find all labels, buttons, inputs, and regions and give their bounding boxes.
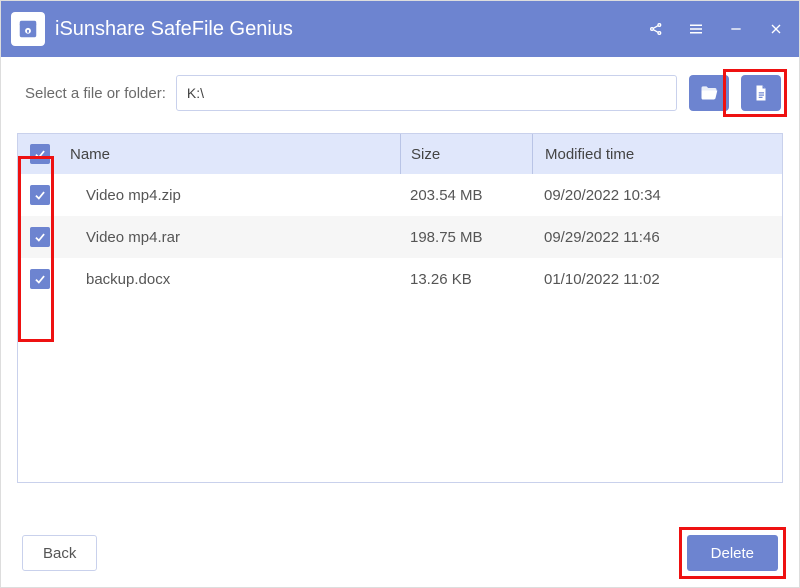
titlebar: iSunshare SafeFile Genius bbox=[1, 1, 799, 57]
table-header: Name Size Modified time bbox=[18, 134, 782, 174]
cell-size: 198.75 MB bbox=[400, 216, 532, 258]
back-button[interactable]: Back bbox=[22, 535, 97, 571]
picker-label: Select a file or folder: bbox=[25, 85, 166, 102]
browse-folder-button[interactable] bbox=[689, 75, 729, 111]
minimize-icon[interactable] bbox=[727, 20, 745, 38]
cell-modified-time: 09/20/2022 10:34 bbox=[532, 174, 782, 216]
highlight-delete-button: Delete bbox=[687, 535, 778, 571]
close-icon[interactable] bbox=[767, 20, 785, 38]
cell-size: 13.26 KB bbox=[400, 258, 532, 300]
delete-button[interactable]: Delete bbox=[687, 535, 778, 571]
cell-name: backup.docx bbox=[62, 271, 400, 288]
row-checkbox[interactable] bbox=[30, 269, 50, 289]
cell-modified-time: 01/10/2022 11:02 bbox=[532, 258, 782, 300]
table-row[interactable]: Video mp4.zip203.54 MB09/20/2022 10:34 bbox=[18, 174, 782, 216]
cell-name: Video mp4.zip bbox=[62, 187, 400, 204]
row-checkbox[interactable] bbox=[30, 227, 50, 247]
app-title: iSunshare SafeFile Genius bbox=[55, 18, 647, 41]
path-input[interactable] bbox=[176, 75, 677, 111]
browse-file-button[interactable] bbox=[741, 75, 781, 111]
highlight-file-button bbox=[729, 75, 781, 111]
table-row[interactable]: Video mp4.rar198.75 MB09/29/2022 11:46 bbox=[18, 216, 782, 258]
select-all-checkbox[interactable] bbox=[30, 144, 50, 164]
row-checkbox[interactable] bbox=[30, 185, 50, 205]
menu-icon[interactable] bbox=[687, 20, 705, 38]
column-modified-time[interactable]: Modified time bbox=[532, 134, 782, 174]
file-table: Name Size Modified time Video mp4.zip203… bbox=[17, 133, 783, 483]
table-row[interactable]: backup.docx13.26 KB01/10/2022 11:02 bbox=[18, 258, 782, 300]
path-picker: Select a file or folder: bbox=[1, 57, 799, 121]
cell-size: 203.54 MB bbox=[400, 174, 532, 216]
footer: Back Delete bbox=[0, 518, 800, 588]
app-icon bbox=[11, 12, 45, 46]
cell-name: Video mp4.rar bbox=[62, 229, 400, 246]
share-icon[interactable] bbox=[647, 20, 665, 38]
column-name[interactable]: Name bbox=[62, 146, 400, 163]
window-controls bbox=[647, 20, 785, 38]
table-body: Video mp4.zip203.54 MB09/20/2022 10:34Vi… bbox=[18, 174, 782, 482]
column-size[interactable]: Size bbox=[400, 134, 532, 174]
cell-modified-time: 09/29/2022 11:46 bbox=[532, 216, 782, 258]
